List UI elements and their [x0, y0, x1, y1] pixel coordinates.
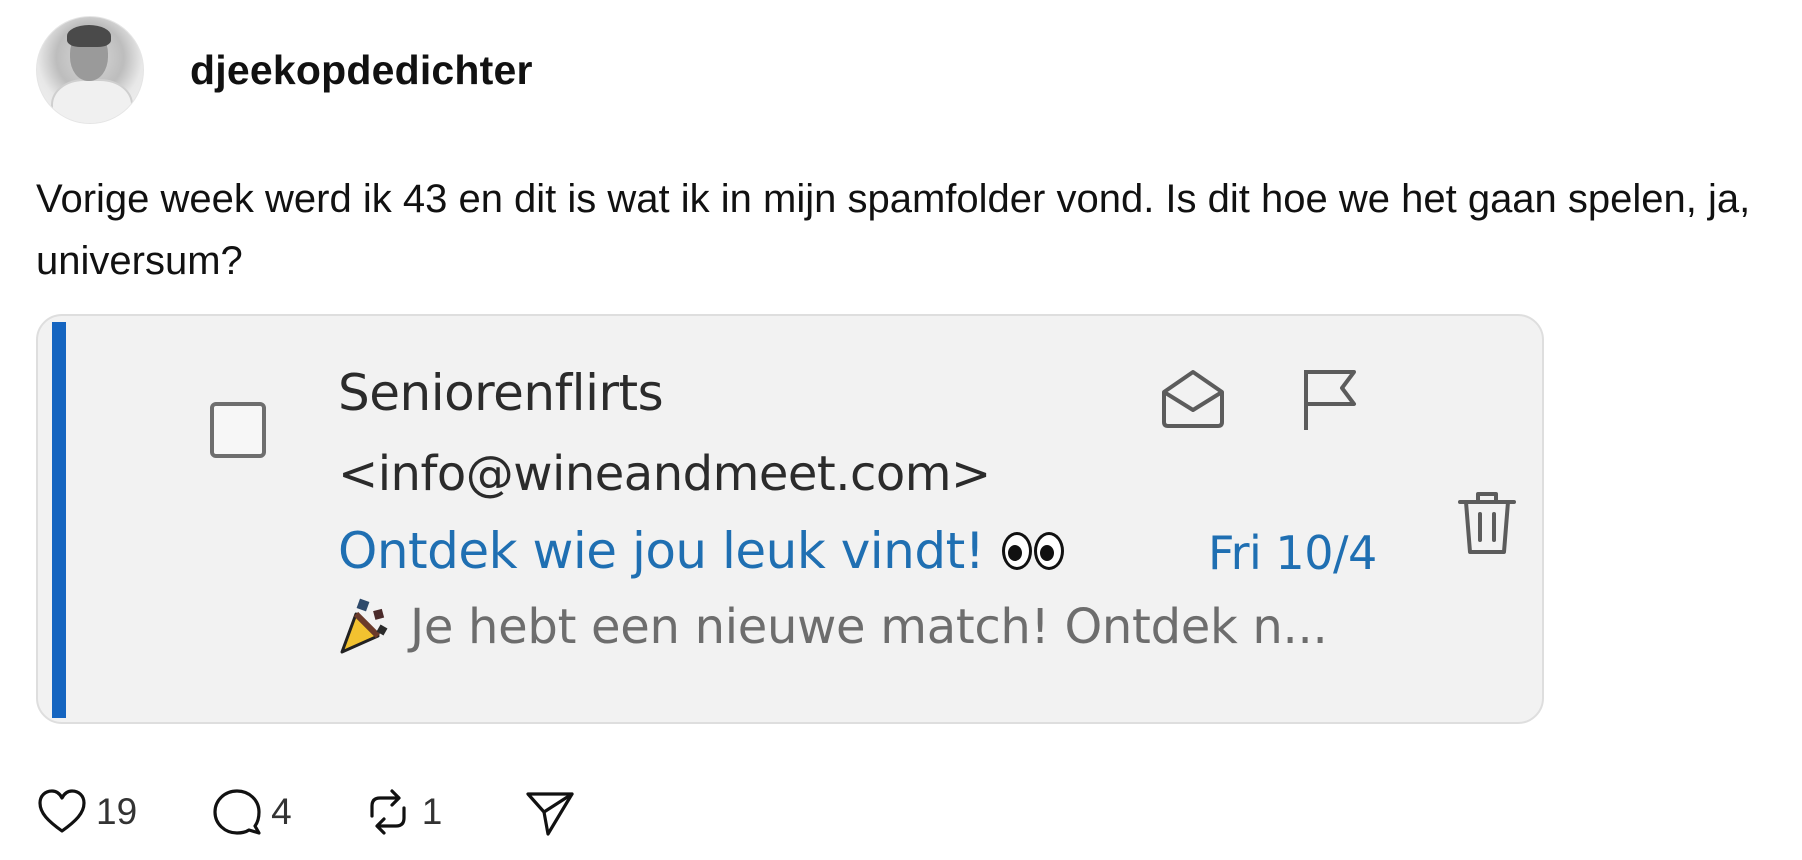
- post-text: Vorige week werd ik 43 en dit is wat ik …: [36, 177, 1751, 283]
- email-checkbox: [210, 402, 266, 458]
- post: djeekopdedichter Vorige week werd ik 43 …: [0, 0, 1802, 860]
- post-actions: 19 4 1: [36, 786, 576, 838]
- avatar[interactable]: [36, 16, 144, 124]
- email-preview-line: Je hebt een nieuwe match! Ontdek n...: [338, 598, 1328, 656]
- selected-accent-bar: [52, 322, 66, 718]
- email-sender-address: <info@wineandmeet.com>: [338, 446, 991, 502]
- trash-icon: [1458, 492, 1516, 554]
- reply-button[interactable]: 4: [211, 786, 292, 838]
- send-icon: [526, 792, 574, 836]
- email-preview: Je hebt een nieuwe match! Ontdek n...: [410, 599, 1328, 655]
- email-subject: Ontdek wie jou leuk vindt!: [338, 522, 985, 580]
- email-date: Fri 10/4: [1208, 526, 1377, 580]
- eyes-icon: [1002, 532, 1065, 570]
- username[interactable]: djeekopdedichter: [190, 47, 533, 94]
- repost-button[interactable]: 1: [362, 786, 443, 838]
- email-subject-line: Ontdek wie jou leuk vindt!: [338, 522, 1065, 580]
- post-header: djeekopdedichter: [36, 16, 533, 124]
- comment-icon: [213, 789, 261, 835]
- party-popper-icon: [340, 598, 388, 654]
- flag-icon: [1304, 370, 1356, 430]
- open-mail-icon: [1162, 370, 1224, 428]
- share-button[interactable]: [524, 786, 576, 838]
- heart-icon: [38, 789, 86, 833]
- repost-icon: [370, 789, 406, 835]
- email-screenshot[interactable]: Seniorenflirts <info@wineandmeet.com> On…: [36, 314, 1544, 724]
- like-button[interactable]: 19: [36, 786, 137, 838]
- like-count: 19: [96, 791, 138, 832]
- email-sender: Seniorenflirts: [338, 364, 664, 422]
- repost-count: 1: [421, 791, 443, 832]
- reply-count: 4: [271, 791, 292, 832]
